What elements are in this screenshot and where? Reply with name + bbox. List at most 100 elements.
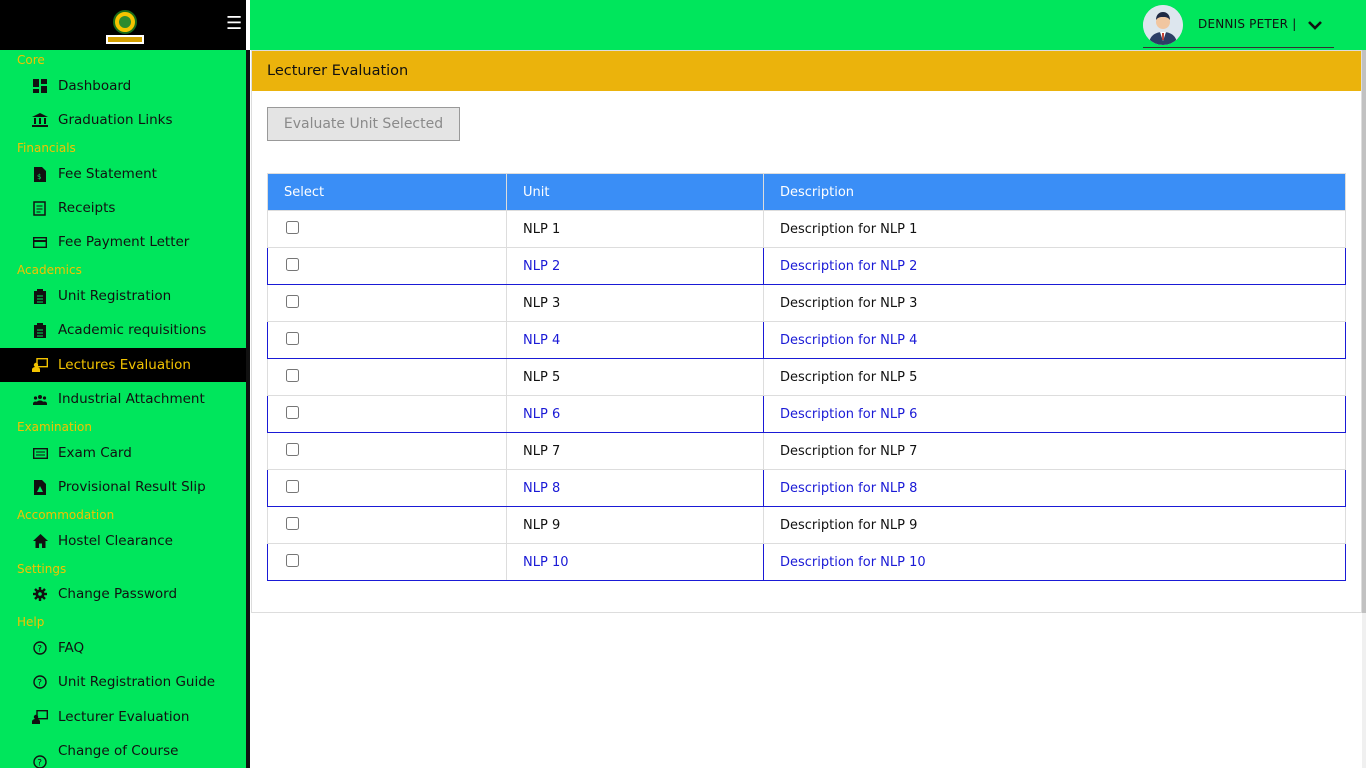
sidebar-item-industrial-attachment[interactable]: Industrial Attachment [0, 382, 246, 416]
svg-text:?: ? [37, 645, 42, 655]
sidebar-item-fee-statement[interactable]: $ Fee Statement [0, 157, 246, 191]
clipboard-icon [32, 288, 48, 304]
sidebar-item-label: Hostel Clearance [58, 533, 173, 549]
description-cell: Description for NLP 5 [763, 358, 1346, 396]
section-examination: Examination [17, 420, 93, 434]
unit-checkbox[interactable] [286, 257, 299, 271]
section-core: Core [17, 53, 45, 67]
description-cell: Description for NLP 9 [763, 506, 1346, 544]
select-cell [267, 358, 507, 396]
chevron-down-icon[interactable] [1307, 17, 1323, 33]
unit-checkbox[interactable] [286, 479, 299, 493]
sidebar-item-label: Change of Course [58, 743, 179, 759]
sidebar-item-label: Exam Card [58, 445, 132, 461]
sidebar-item-label: Provisional Result Slip [58, 479, 206, 495]
top-bar: DENNIS PETER | [250, 0, 1366, 50]
sidebar-item-fee-payment-letter[interactable]: Fee Payment Letter [0, 225, 246, 259]
unit-checkbox[interactable] [286, 331, 299, 345]
section-financials: Financials [17, 141, 76, 155]
sidebar-item-label: Lectures Evaluation [58, 357, 191, 373]
unit-cell: NLP 3 [506, 284, 764, 322]
section-settings: Settings [17, 562, 67, 576]
avatar[interactable] [1143, 5, 1183, 45]
sidebar-item-provisional-result-slip[interactable]: Provisional Result Slip [0, 470, 246, 504]
select-cell [267, 543, 507, 581]
unit-cell: NLP 9 [506, 506, 764, 544]
table-row: NLP 2 Description for NLP 2 [267, 247, 1346, 285]
select-cell [267, 506, 507, 544]
table-row: NLP 7 Description for NLP 7 [267, 432, 1346, 470]
unit-checkbox[interactable] [286, 405, 299, 419]
unit-cell: NLP 4 [506, 321, 764, 359]
clipboard-icon [32, 322, 48, 338]
column-header-description: Description [763, 173, 1346, 211]
sidebar-item-label: Change Password [58, 586, 178, 602]
column-header-select: Select [267, 173, 507, 211]
sidebar-item-unit-registration-guide[interactable]: ? Unit Registration Guide [0, 665, 246, 699]
sidebar-item-hostel-clearance[interactable]: Hostel Clearance [0, 524, 246, 558]
receipt-icon [32, 200, 48, 216]
sidebar-item-graduation-links[interactable]: Graduation Links [0, 103, 246, 137]
units-table: Select Unit Description NLP 1 Descriptio… [267, 173, 1346, 581]
description-cell: Description for NLP 7 [763, 432, 1346, 470]
table-row: NLP 9 Description for NLP 9 [267, 506, 1346, 544]
credit-card-icon [32, 234, 48, 250]
sidebar-item-label: Fee Payment Letter [58, 234, 190, 250]
sidebar-item-label: Industrial Attachment [58, 391, 205, 407]
description-cell: Description for NLP 4 [763, 321, 1346, 359]
dashboard-icon [32, 78, 48, 94]
university-logo [106, 10, 144, 44]
unit-checkbox[interactable] [286, 220, 299, 234]
sidebar-item-unit-registration[interactable]: Unit Registration [0, 279, 246, 313]
sidebar: ☰ Core Financials Academics Examination … [0, 0, 246, 768]
select-cell [267, 284, 507, 322]
sidebar-item-label: Unit Registration [58, 288, 172, 304]
select-cell [267, 395, 507, 433]
description-cell: Description for NLP 6 [763, 395, 1346, 433]
sidebar-item-receipts[interactable]: Receipts [0, 191, 246, 225]
table-row: NLP 8 Description for NLP 8 [267, 469, 1346, 507]
description-cell: Description for NLP 1 [763, 210, 1346, 248]
sidebar-item-change-of-course[interactable]: ? Change of Course [0, 734, 246, 768]
teacher-icon [32, 357, 48, 373]
file-invoice-icon: $ [32, 166, 48, 182]
sidebar-item-change-password[interactable]: Change Password [0, 577, 246, 611]
unit-checkbox[interactable] [286, 294, 299, 308]
unit-cell: NLP 7 [506, 432, 764, 470]
select-cell [267, 432, 507, 470]
description-cell: Description for NLP 8 [763, 469, 1346, 507]
sidebar-item-label: Academic requisitions [58, 322, 207, 338]
select-cell [267, 210, 507, 248]
teacher-icon [32, 709, 48, 725]
sidebar-item-lecturer-evaluation[interactable]: Lecturer Evaluation [0, 700, 246, 734]
question-circle-icon: ? [32, 754, 48, 768]
svg-text:$: $ [37, 173, 41, 181]
table-row: NLP 10 Description for NLP 10 [267, 543, 1346, 581]
page-title: Lecturer Evaluation [252, 51, 1361, 91]
unit-checkbox[interactable] [286, 442, 299, 456]
sidebar-item-exam-card[interactable]: Exam Card [0, 436, 246, 470]
sidebar-item-lectures-evaluation[interactable]: Lectures Evaluation [0, 348, 246, 382]
user-name[interactable]: DENNIS PETER | [1198, 17, 1296, 31]
description-cell: Description for NLP 10 [763, 543, 1346, 581]
home-icon [32, 533, 48, 549]
unit-checkbox[interactable] [286, 553, 299, 567]
sidebar-item-academic-requisitions[interactable]: Academic requisitions [0, 313, 246, 347]
users-icon [32, 391, 48, 407]
description-cell: Description for NLP 2 [763, 247, 1346, 285]
column-header-unit: Unit [506, 173, 764, 211]
unit-checkbox[interactable] [286, 368, 299, 382]
scrollbar-thumb[interactable] [1362, 50, 1366, 613]
sidebar-item-label: Lecturer Evaluation [58, 709, 190, 725]
sidebar-item-faq[interactable]: ? FAQ [0, 631, 246, 665]
menu-toggle-icon[interactable]: ☰ [226, 15, 242, 33]
sidebar-item-dashboard[interactable]: Dashboard [0, 69, 246, 103]
evaluation-card: Lecturer Evaluation Evaluate Unit Select… [251, 50, 1362, 613]
unit-cell: NLP 10 [506, 543, 764, 581]
section-academics: Academics [17, 263, 82, 277]
unit-cell: NLP 6 [506, 395, 764, 433]
evaluate-unit-button[interactable]: Evaluate Unit Selected [267, 107, 460, 141]
unit-cell: NLP 1 [506, 210, 764, 248]
unit-checkbox[interactable] [286, 516, 299, 530]
unit-cell: NLP 8 [506, 469, 764, 507]
